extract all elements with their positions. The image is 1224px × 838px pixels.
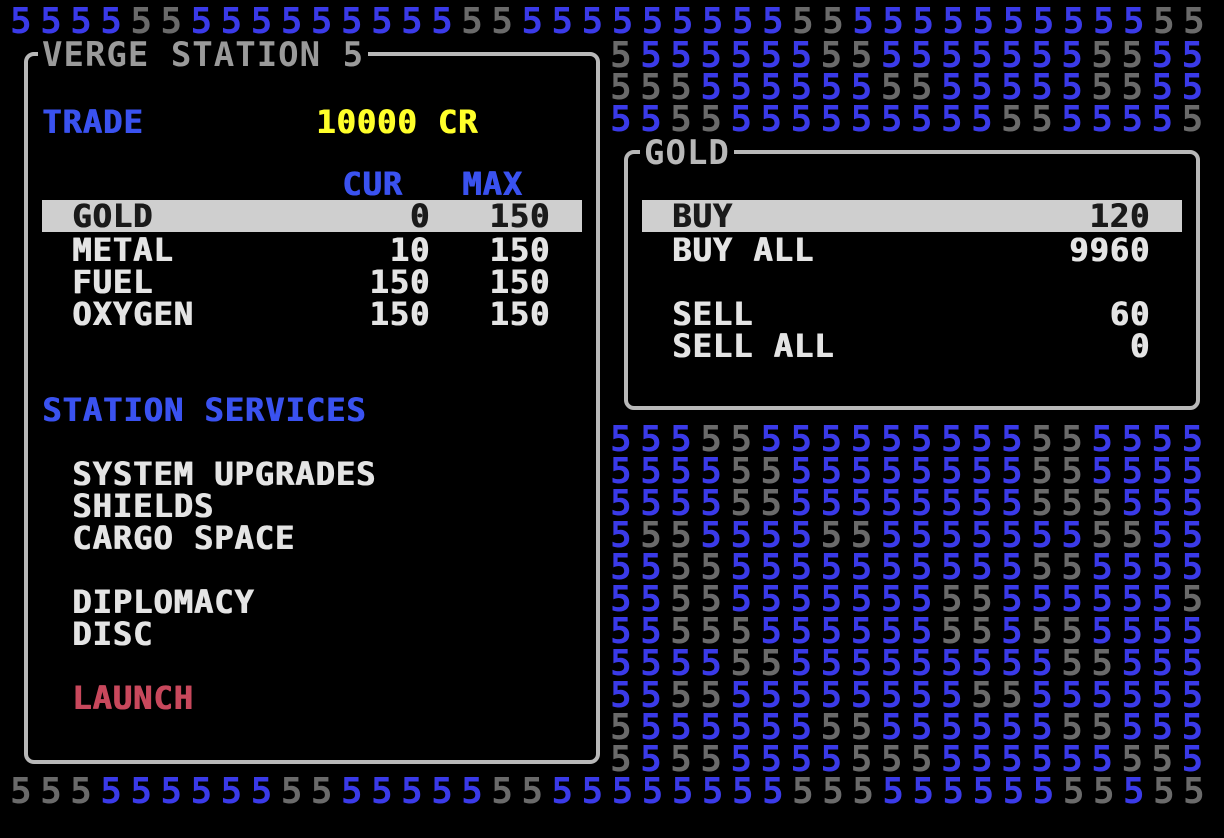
background-row: 55555555555555555555 [610,40,1210,72]
services-heading: STATION SERVICES [42,391,367,429]
trade-item-name: OXYGEN [72,295,194,333]
background-row: 55555555555555555555 [610,72,1210,104]
trade-item-max: 150 [489,263,550,301]
action-value: 120 [1089,197,1150,235]
credits-display: 10000 CR [316,103,479,141]
action-label: SELL ALL [672,327,835,365]
background-row: 55555555555555555555 [610,552,1210,584]
service-shields[interactable]: SHIELDS [72,490,214,522]
service-diplomacy[interactable]: DIPLOMACY [72,586,254,618]
action-label: BUY ALL [672,231,814,269]
action-value: 60 [1109,295,1150,333]
background-row-top: 5555555555555555555555555555555555555555 [10,6,1210,38]
background-row-bottom: 5555555555555555555555555555555555555555 [10,776,1210,808]
trade-item-max: 150 [489,231,550,269]
trade-item-name: METAL [72,231,174,269]
background-row: 55555555555555555555 [610,488,1210,520]
trade-heading: TRADE [42,103,144,141]
background-row: 55555555555555555555 [610,712,1210,744]
action-buy[interactable]: BUY 120 [642,200,1182,232]
background-row: 55555555555555555555 [610,104,1210,136]
action-buy-all[interactable]: BUY ALL 9960 [642,234,1182,266]
trade-row-metal[interactable]: METAL 10 150 [42,234,582,266]
background-row: 55555555555555555555 [610,616,1210,648]
action-value: 0 [1129,327,1150,365]
commodity-panel-title: GOLD [640,136,734,170]
background-row: 55555555555555555555 [610,424,1210,456]
trade-item-cur: 0 [409,197,430,235]
column-header-cur: CUR [342,165,403,203]
trade-row-fuel[interactable]: FUEL 150 150 [42,266,582,298]
background-row: 55555555555555555555 [610,584,1210,616]
trade-item-cur: 150 [369,263,430,301]
background-row: 55555555555555555555 [610,648,1210,680]
service-disc[interactable]: DISC [72,618,153,650]
service-system-upgrades[interactable]: SYSTEM UPGRADES [72,458,376,490]
trade-item-name: FUEL [72,263,154,301]
trade-item-max: 150 [489,197,550,235]
action-label: BUY [672,197,733,235]
background-row: 55555555555555555555 [610,680,1210,712]
trade-item-cur: 10 [389,231,430,269]
commodity-panel [624,150,1200,410]
trade-item-max: 150 [489,295,550,333]
action-value: 9960 [1068,231,1150,269]
background-row: 55555555555555555555 [610,744,1210,776]
action-sell-all[interactable]: SELL ALL 0 [642,330,1182,362]
trade-row-oxygen[interactable]: OXYGEN 150 150 [42,298,582,330]
background-row: 55555555555555555555 [610,520,1210,552]
column-header-max: MAX [462,165,523,203]
service-cargo-space[interactable]: CARGO SPACE [72,522,295,554]
trade-row-gold[interactable]: GOLD 0 150 [42,200,582,232]
action-sell[interactable]: SELL 60 [642,298,1182,330]
background-row: 55555555555555555555 [610,456,1210,488]
launch-button[interactable]: LAUNCH [72,682,194,714]
trade-item-cur: 150 [369,295,430,333]
station-title: VERGE STATION 5 [38,38,369,72]
trade-item-name: GOLD [72,197,154,235]
action-label: SELL [672,295,754,333]
